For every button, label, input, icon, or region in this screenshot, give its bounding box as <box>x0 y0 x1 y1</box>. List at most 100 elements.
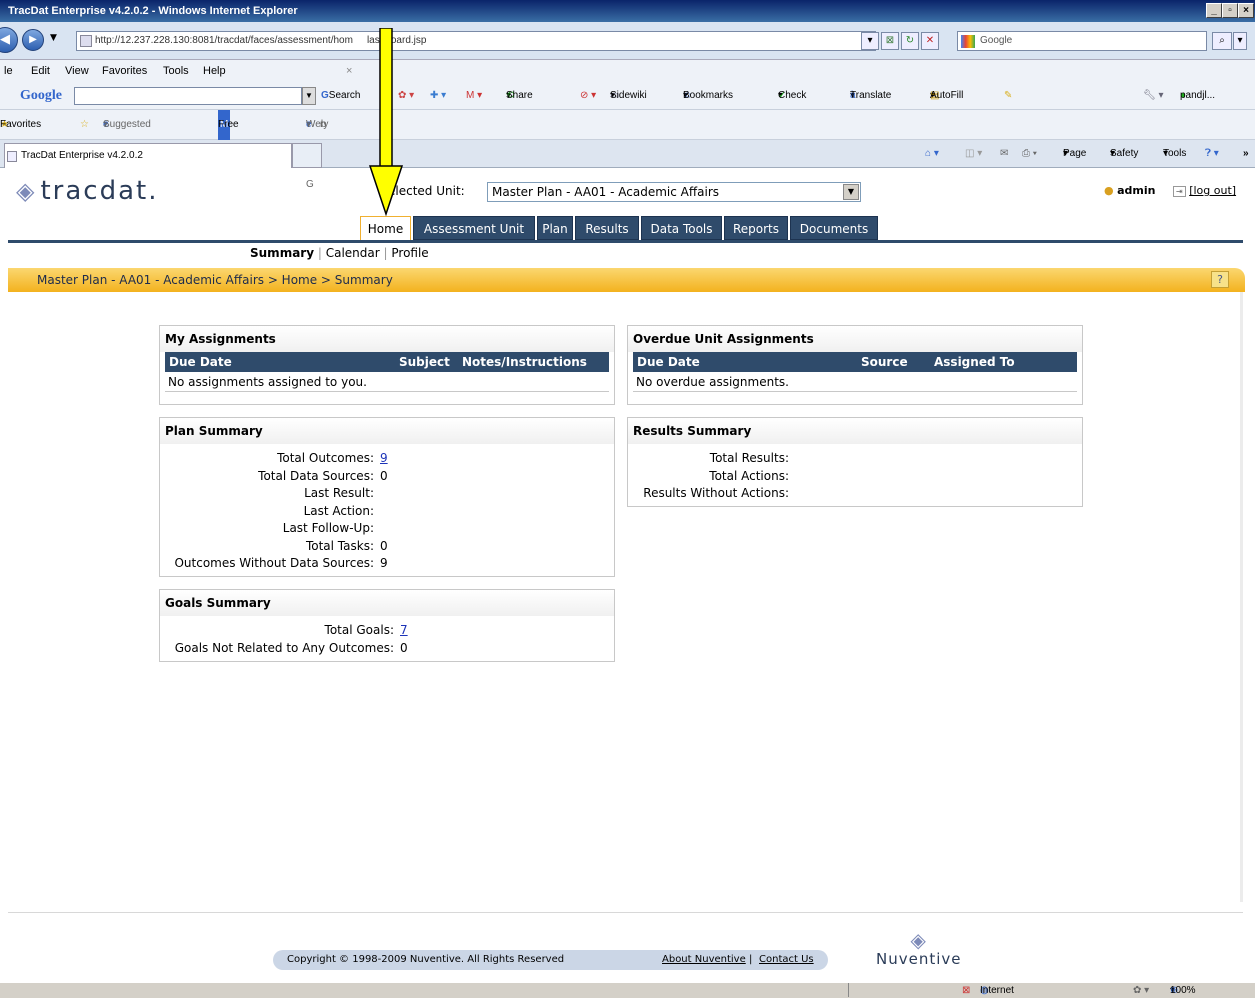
plan-summary-panel: Plan Summary Total Outcomes: 9 Total Data… <box>159 417 615 577</box>
page-menu[interactable]: Page ▾ <box>1063 140 1086 168</box>
tab-assessment-unit[interactable]: Assessment Unit <box>413 216 535 240</box>
tab-plan[interactable]: Plan <box>537 216 573 240</box>
google-search-input[interactable] <box>74 87 302 105</box>
menu-favorites[interactable]: Favorites <box>102 60 147 82</box>
close-window-button[interactable]: × <box>1238 3 1254 18</box>
forward-button[interactable]: ▶ <box>22 29 44 51</box>
nuventive-logo: ◈ Nuventive <box>876 928 962 968</box>
contact-us-link[interactable]: Contact Us <box>759 950 814 970</box>
page-right-edge <box>1240 292 1243 902</box>
nuventive-diamond-icon: ◈ <box>910 928 927 952</box>
autofill-button[interactable]: ▤ AutoFill ▾ <box>930 82 963 110</box>
logout-link[interactable]: [log out] <box>1189 184 1236 197</box>
search-input[interactable]: Google <box>957 31 1207 51</box>
privacy-icon[interactable]: ✿ ▾ <box>1133 983 1149 998</box>
column-header[interactable]: Subject <box>399 352 450 372</box>
plus-icon[interactable]: ✚ ▾ <box>430 82 446 110</box>
gmail-icon[interactable]: M ▾ <box>466 82 482 110</box>
google-search-button[interactable]: G Search <box>321 82 360 110</box>
empty-row: No overdue assignments. <box>633 372 1077 392</box>
check-button[interactable]: ✓ Check ▾ <box>778 82 806 110</box>
bookmarks-button[interactable]: ☆ Bookmarks ▾ <box>683 82 733 110</box>
summary-row: Goals Not Related to Any Outcomes: 0 <box>174 640 408 655</box>
column-header[interactable]: Source <box>861 352 908 372</box>
url-field[interactable]: http://12.237.228.130:8081/tracdat/faces… <box>76 31 876 51</box>
compatibility-icon[interactable]: ⊠ <box>881 32 899 50</box>
browser-tab[interactable]: TracDat Enterprise v4.2.0.2 <box>4 143 292 168</box>
help-icon-page[interactable]: ? <box>1211 271 1229 288</box>
about-nuventive-link[interactable]: About Nuventive <box>662 950 746 970</box>
feeds-icon[interactable]: ◫ ▾ <box>965 140 982 168</box>
summary-row: Results Without Actions: <box>643 486 789 500</box>
goals-summary-panel: Goals Summary Total Goals: 7 Goals Not Re… <box>159 589 615 662</box>
subnav-calendar[interactable]: Calendar <box>326 246 380 260</box>
refresh-icon[interactable]: ↻ <box>901 32 919 50</box>
google-icon <box>961 35 975 48</box>
search-go-icon[interactable]: ⌕ <box>1212 32 1232 50</box>
wrench-icon[interactable]: 🔧︎ ▾ <box>1143 82 1164 110</box>
menu-bar: le Edit View Favorites Tools Help × <box>0 60 1255 82</box>
panel-title: My Assignments <box>160 326 614 352</box>
tab-results[interactable]: Results <box>575 216 639 240</box>
chevron-down-icon[interactable]: ▼ <box>843 184 859 200</box>
new-tab-button[interactable] <box>292 143 322 168</box>
web-slice-gallery-link[interactable]: e Web Slice Gry ▾ <box>306 110 328 190</box>
url-dropdown-icon[interactable]: ▾ <box>861 32 879 50</box>
sub-navigation: Summary | Calendar | Profile <box>250 246 429 260</box>
google-search-dropdown-icon[interactable]: ▼ <box>302 87 316 105</box>
translate-button[interactable]: à Translate ▾ <box>850 82 891 110</box>
stop-icon[interactable]: ✕ <box>921 32 939 50</box>
status-bar: ⊠ ◍ Internet ✿ ▾ ⊕ 100% ▾ <box>0 982 1255 998</box>
breadcrumb: Master Plan - AA01 - Academic Affairs > … <box>37 273 393 287</box>
suggested-sites-link[interactable]: e Suggested Sites ▾ <box>103 110 151 160</box>
tab-reports[interactable]: Reports <box>724 216 788 240</box>
zoom-control[interactable]: ⊕ 100% ▾ <box>1170 983 1196 998</box>
home-icon[interactable]: ⌂ ▾ <box>925 140 939 168</box>
menu-tools[interactable]: Tools <box>163 60 189 82</box>
print-icon[interactable]: ⎙ ▾ <box>1022 140 1037 168</box>
menu-edit[interactable]: Edit <box>31 60 50 82</box>
menu-help[interactable]: Help <box>203 60 226 82</box>
column-header[interactable]: Due Date <box>637 352 700 372</box>
footer-bar: Copyright © 1998-2009 Nuventive. All Rig… <box>273 950 828 970</box>
tab-home[interactable]: Home <box>360 216 411 240</box>
maximize-button[interactable]: ▫ <box>1222 3 1238 18</box>
share-button[interactable]: ⟲ Share ▾ <box>506 82 533 110</box>
column-header[interactable]: Assigned To <box>934 352 1015 372</box>
mail-icon[interactable]: ✉ <box>1000 140 1008 168</box>
footer-divider <box>8 912 1243 913</box>
menu-view[interactable]: View <box>65 60 89 82</box>
toolbar-close-icon[interactable]: × <box>346 60 352 82</box>
my-assignments-panel: My Assignments Due Date Subject Notes/In… <box>159 325 615 405</box>
menu-file[interactable]: le <box>4 60 13 82</box>
column-header[interactable]: Due Date <box>169 352 232 372</box>
total-goals-link[interactable]: 7 <box>400 622 408 640</box>
logout-icon[interactable]: ⇥ <box>1172 186 1186 197</box>
summary-row: Total Goals: 7 <box>160 622 614 640</box>
subnav-summary[interactable]: Summary <box>250 246 314 260</box>
back-button[interactable]: ◀ <box>0 27 18 53</box>
tab-data-tools[interactable]: Data Tools <box>641 216 722 240</box>
safety-menu[interactable]: Safety ▾ <box>1110 140 1138 168</box>
blocked-icon[interactable]: ⊘ ▾ <box>580 82 596 110</box>
tab-underline <box>8 240 1243 243</box>
total-outcomes-link[interactable]: 9 <box>380 450 388 468</box>
chevron-more-icon[interactable]: » <box>1243 140 1249 168</box>
help-icon[interactable]: ❓︎ ▾ <box>1205 140 1219 168</box>
tab-documents[interactable]: Documents <box>790 216 878 240</box>
history-dropdown-icon[interactable]: ▼ <box>50 33 57 43</box>
column-header[interactable]: Notes/Instructions <box>462 352 587 372</box>
search-options-icon[interactable]: ▾ <box>1233 32 1247 50</box>
selected-unit-select[interactable]: Master Plan - AA01 - Academic Affairs ▼ <box>487 182 861 202</box>
protected-mode-icon: ⊠ <box>962 985 971 996</box>
annotation-arrow <box>368 28 404 217</box>
breadcrumb-bar: Master Plan - AA01 - Academic Affairs > … <box>8 268 1245 292</box>
window-title: TracDat Enterprise v4.2.0.2 - Windows In… <box>8 5 298 17</box>
minimize-button[interactable]: _ <box>1206 3 1222 18</box>
subnav-profile[interactable]: Profile <box>391 246 428 260</box>
highlighter-icon[interactable]: ✎ <box>1004 82 1012 110</box>
panel-title: Plan Summary <box>160 418 614 444</box>
tools-menu[interactable]: Tools ▾ <box>1163 140 1186 168</box>
add-favorite-icon[interactable]: ☆ <box>80 110 89 140</box>
sidewiki-button[interactable]: ▭ Sidewiki ▾ <box>610 82 647 110</box>
